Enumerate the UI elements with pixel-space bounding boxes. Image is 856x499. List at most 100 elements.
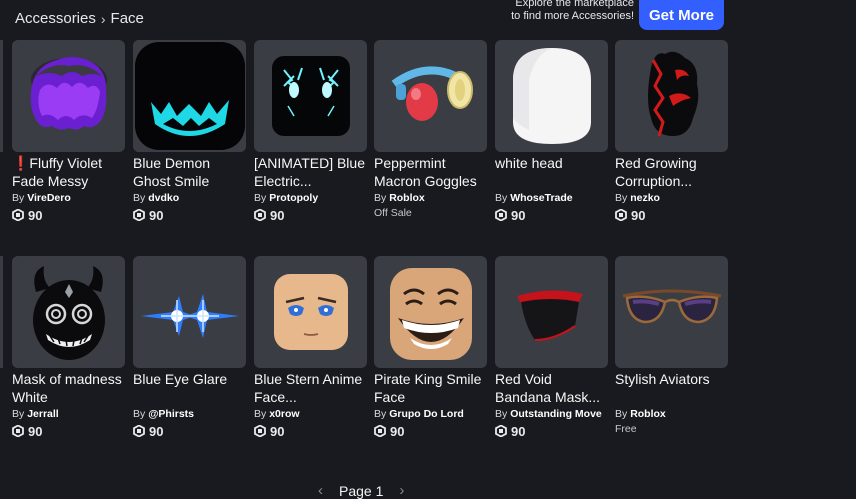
item-card[interactable]: Peppermint Macron Goggles By Roblox Off … — [374, 40, 487, 223]
item-creator: By Protopoly — [254, 192, 367, 206]
promo-text: Explore the marketplace to find more Acc… — [496, 0, 634, 23]
item-card[interactable]: Pirate King Smile Face By Grupo Do Lord … — [374, 256, 487, 439]
robux-icon — [615, 209, 627, 221]
blue-eye-glare-thumbnail[interactable] — [133, 256, 246, 368]
creator-link[interactable]: dvdko — [148, 192, 179, 204]
blue-electric-face-thumbnail[interactable] — [254, 40, 367, 152]
price-value: 90 — [149, 423, 164, 439]
creator-link[interactable]: VireDero — [27, 192, 71, 204]
item-name[interactable]: Mask of madness White — [12, 370, 125, 406]
item-status: Off Sale — [374, 207, 412, 219]
creator-link[interactable]: WhoseTrade — [510, 192, 572, 204]
item-creator: By Roblox — [374, 192, 487, 206]
item-name[interactable]: Blue Demon Ghost Smile — [133, 154, 246, 190]
creator-link[interactable]: Jerrall — [27, 408, 59, 420]
breadcrumb: Accessories › Face — [15, 10, 144, 27]
item-name[interactable]: ❗Fluffy Violet Fade Messy — [12, 154, 125, 190]
creator-link[interactable]: Roblox — [630, 408, 666, 420]
creator-link[interactable]: @Phirsts — [148, 408, 194, 420]
item-name[interactable]: Pirate King Smile Face — [374, 370, 487, 406]
price-value: 90 — [28, 207, 43, 223]
item-price: 90 — [12, 207, 125, 223]
item-card[interactable]: Red Growing Corruption... By nezko 90 — [615, 40, 728, 223]
item-status: Free — [615, 423, 637, 435]
item-name[interactable]: Peppermint Macron Goggles — [374, 154, 487, 190]
peppermint-goggles-thumbnail[interactable] — [374, 40, 487, 152]
creator-link[interactable]: nezko — [630, 192, 660, 204]
robux-icon — [495, 425, 507, 437]
creator-link[interactable]: Protopoly — [269, 192, 318, 204]
creator-link[interactable]: x0row — [269, 408, 299, 420]
item-creator: By WhoseTrade — [495, 192, 608, 206]
previous-item-edge — [0, 256, 3, 368]
item-name[interactable]: Blue Stern Anime Face... — [254, 370, 367, 406]
by-prefix: By — [374, 408, 387, 420]
item-creator: By Grupo Do Lord — [374, 408, 487, 422]
item-name[interactable]: white head — [495, 154, 608, 190]
robux-icon — [495, 209, 507, 221]
red-void-bandana-thumbnail[interactable] — [495, 256, 608, 368]
item-creator: By @Phirsts — [133, 408, 246, 422]
item-card[interactable]: white head By WhoseTrade 90 — [495, 40, 608, 223]
item-card[interactable]: Blue Stern Anime Face... By x0row 90 — [254, 256, 367, 439]
item-name[interactable]: [ANIMATED] Blue Electric... — [254, 154, 367, 190]
price-value: 90 — [270, 423, 285, 439]
by-prefix: By — [615, 408, 628, 420]
creator-link[interactable]: Roblox — [389, 192, 425, 204]
item-card[interactable]: Red Void Bandana Mask... By Outstanding … — [495, 256, 608, 439]
get-more-button[interactable]: Get More — [639, 0, 724, 30]
by-prefix: By — [495, 192, 508, 204]
price-value: 90 — [149, 207, 164, 223]
breadcrumb-parent[interactable]: Accessories — [15, 10, 96, 27]
item-price: 90 — [12, 423, 125, 439]
chevron-left-icon[interactable]: ‹ — [318, 482, 323, 499]
creator-link[interactable]: Grupo Do Lord — [389, 408, 464, 420]
fluffy-violet-hair-thumbnail[interactable] — [12, 40, 125, 152]
item-card[interactable]: Blue Eye Glare By @Phirsts 90 — [133, 256, 246, 439]
item-price: 90 — [615, 207, 728, 223]
mask-of-madness-thumbnail[interactable] — [12, 256, 125, 368]
stylish-aviators-thumbnail[interactable] — [615, 256, 728, 368]
price-value: 90 — [511, 423, 526, 439]
chevron-right-icon[interactable]: › — [399, 482, 404, 499]
by-prefix: By — [374, 192, 387, 204]
item-creator: By x0row — [254, 408, 367, 422]
item-card[interactable]: Stylish Aviators By Roblox Free — [615, 256, 728, 439]
item-card[interactable]: Blue Demon Ghost Smile By dvdko 90 — [133, 40, 246, 223]
red-corruption-thumbnail[interactable] — [615, 40, 728, 152]
item-card[interactable]: ❗Fluffy Violet Fade Messy By VireDero 90 — [12, 40, 125, 223]
blue-demon-ghost-smile-thumbnail[interactable] — [133, 40, 246, 152]
price-value: 90 — [28, 423, 43, 439]
price-value: 90 — [390, 423, 405, 439]
white-head-thumbnail[interactable] — [495, 40, 608, 152]
robux-icon — [254, 425, 266, 437]
robux-icon — [12, 425, 24, 437]
pirate-king-smile-thumbnail[interactable] — [374, 256, 487, 368]
by-prefix: By — [133, 192, 146, 204]
top-bar: Accessories › Face Explore the marketpla… — [0, 0, 856, 38]
item-name[interactable]: Red Void Bandana Mask... — [495, 370, 608, 406]
item-card[interactable]: [ANIMATED] Blue Electric... By Protopoly… — [254, 40, 367, 223]
by-prefix: By — [615, 192, 628, 204]
promo-line-1: Explore the marketplace — [515, 0, 634, 9]
item-creator: By Outstanding Move — [495, 408, 608, 422]
price-value: 90 — [511, 207, 526, 223]
creator-link[interactable]: Outstanding Move — [510, 408, 602, 420]
robux-icon — [133, 425, 145, 437]
item-name[interactable]: Red Growing Corruption... — [615, 154, 728, 190]
item-name[interactable]: Blue Eye Glare — [133, 370, 246, 406]
item-price: 90 — [133, 423, 246, 439]
robux-icon — [133, 209, 145, 221]
by-prefix: By — [254, 408, 267, 420]
item-creator: By Jerrall — [12, 408, 125, 422]
item-price: 90 — [374, 423, 487, 439]
item-card[interactable]: Mask of madness White By Jerrall 90 — [12, 256, 125, 439]
item-creator: By nezko — [615, 192, 728, 206]
item-name[interactable]: Stylish Aviators — [615, 370, 728, 406]
item-price: 90 — [495, 423, 608, 439]
blue-stern-anime-face-thumbnail[interactable] — [254, 256, 367, 368]
by-prefix: By — [254, 192, 267, 204]
item-price: 90 — [495, 207, 608, 223]
robux-icon — [12, 209, 24, 221]
item-price: 90 — [133, 207, 246, 223]
